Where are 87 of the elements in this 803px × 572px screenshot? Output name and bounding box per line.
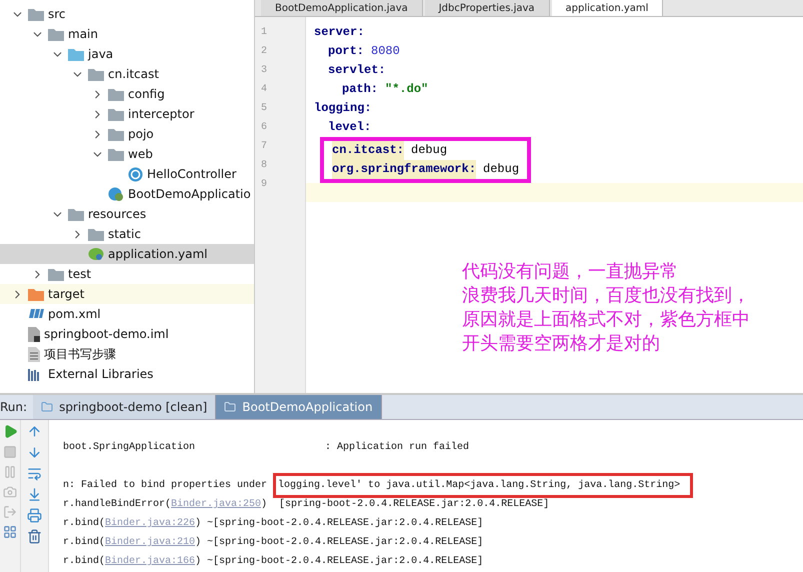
arrow-down-icon[interactable]	[27, 445, 42, 460]
line-number: 5	[260, 102, 268, 116]
folder-icon	[68, 48, 84, 60]
log-text: : Application run failed	[325, 440, 470, 455]
text-file-icon	[28, 346, 40, 362]
tree-item[interactable]: application.yaml	[0, 244, 254, 264]
editor-tab[interactable]: application.yaml	[552, 0, 664, 16]
tree-item[interactable]: web	[0, 144, 254, 164]
highlighted-log-text: logging.level' to java.util.Map<java.lang.String, java.lang.String>	[273, 473, 694, 498]
folder-icon	[224, 401, 236, 413]
line-number: 7	[260, 140, 268, 154]
folder-icon	[108, 128, 124, 140]
run-tab[interactable]: springboot-demo [clean]	[33, 395, 216, 419]
log-text: r.bind(	[63, 516, 106, 531]
log-text: r.bind(	[63, 554, 106, 569]
leaf-file-icon	[88, 247, 104, 261]
line-number: 1	[260, 26, 268, 40]
log-text: ) ~[spring-boot-2.0.4.RELEASE.jar:2.0.4.RELEASE]	[195, 536, 484, 550]
yaml-key: org.springframework:	[332, 160, 476, 179]
run-icon[interactable]	[2, 424, 18, 439]
tree-item[interactable]: HelloController	[0, 164, 254, 184]
yaml-key: path:	[342, 80, 378, 99]
log-text: ) ~[spring-boot-2.0.4.RELEASE.jar:2.0.4.RELEASE]	[195, 554, 484, 569]
tree-item[interactable]: java	[0, 44, 254, 64]
annotation-text: 原因就是上面格式不对，紫色方框中	[462, 308, 751, 332]
log-text: r.bind(	[63, 536, 106, 550]
tree-item[interactable]: cn.itcast	[0, 64, 254, 84]
annotation-text: 浪费我几天时间，百度也没有找到，	[462, 284, 751, 308]
folder-icon	[88, 228, 104, 240]
folder-icon	[28, 288, 44, 300]
tree-item[interactable]: interceptor	[0, 104, 254, 124]
yaml-key: servlet:	[328, 61, 386, 80]
line-number: 6	[260, 121, 268, 135]
file-icon	[28, 326, 40, 342]
folder-icon	[88, 68, 104, 80]
tree-item[interactable]: test	[0, 264, 254, 284]
tree-item[interactable]: BootDemoApplicatio	[0, 184, 254, 204]
editor-tab[interactable]: BootDemoApplication.java	[261, 0, 423, 16]
line-number: 3	[260, 64, 268, 78]
folder-icon	[48, 28, 64, 40]
tree-item[interactable]: target	[0, 284, 254, 304]
tree-item[interactable]: pom.xml	[0, 304, 254, 324]
yaml-key: port:	[328, 42, 364, 61]
log-text: ) [spring-boot-2.0.4.RELEASE.jar:2.0.4.RELEASE]	[261, 498, 550, 512]
tree-item[interactable]: static	[0, 224, 254, 244]
print-icon[interactable]	[27, 508, 42, 523]
yaml-value: debug	[483, 161, 520, 178]
class-icon	[108, 186, 124, 202]
tree-item[interactable]: pojo	[0, 124, 254, 144]
log-text: ) ~[spring-boot-2.0.4.RELEASE.jar:2.0.4.RELEASE]	[195, 516, 484, 531]
folder-icon	[48, 268, 64, 280]
line-number: 9	[260, 178, 268, 192]
yaml-key: cn.itcast:	[332, 141, 404, 160]
folder-icon	[28, 8, 44, 20]
yaml-value: debug	[411, 142, 448, 159]
class-icon	[128, 166, 143, 182]
scroll-end-icon[interactable]	[27, 487, 42, 502]
trash-icon[interactable]	[27, 529, 42, 544]
yaml-value: "*.do"	[385, 81, 428, 98]
yaml-value: 8080	[371, 43, 400, 60]
tree-item[interactable]: External Libraries	[0, 364, 254, 384]
log-text: n: Failed to bind properties under	[63, 478, 268, 493]
wrap-icon[interactable]	[27, 466, 42, 481]
folder-icon	[108, 88, 124, 100]
folder-icon	[68, 208, 84, 220]
run-label: Run:	[0, 399, 28, 416]
annotation-text: 开头需要空两格才是对的	[462, 332, 661, 356]
line-number: 8	[260, 159, 268, 173]
tree-item[interactable]: resources	[0, 204, 254, 224]
folder-icon	[108, 108, 124, 120]
line-number: 2	[260, 45, 268, 59]
tree-item[interactable]: springboot-demo.iml	[0, 324, 254, 344]
tree-item[interactable]: 项目书写步骤	[0, 344, 254, 364]
line-number: 4	[260, 83, 268, 97]
yaml-key: logging:	[314, 99, 372, 118]
yaml-key: level:	[328, 118, 372, 137]
log-text: r.handleBindError(	[63, 498, 172, 512]
log-text: boot.SpringApplication	[63, 440, 196, 455]
tree-item[interactable]: src	[0, 4, 254, 24]
editor-tab[interactable]: JdbcProperties.java	[424, 0, 550, 16]
folder-icon	[108, 148, 124, 160]
folder-icon	[41, 401, 54, 413]
tree-item[interactable]: config	[0, 84, 254, 104]
tree-item[interactable]: main	[0, 24, 254, 44]
annotation-text: 代码没有问题，一直抛异常	[462, 260, 679, 284]
yaml-key: server:	[314, 23, 364, 42]
layout-icon[interactable]	[3, 525, 17, 539]
